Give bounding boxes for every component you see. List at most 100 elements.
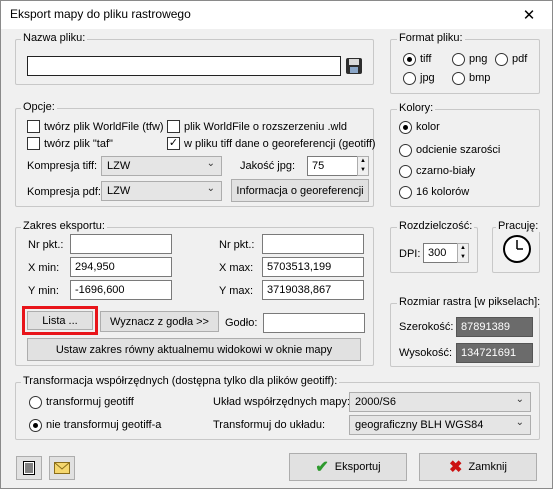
dpi-spinner[interactable]: ▲ ▼ — [457, 243, 469, 263]
target-cs-select[interactable]: geograficzny BLH WGS84 ⌄ — [349, 415, 531, 435]
transform-geotiff-radio[interactable] — [29, 396, 42, 409]
worldfile-checkbox-label: twórz plik WorldFile (tfw) — [44, 121, 164, 133]
map-cs-select[interactable]: 2000/S6 ⌄ — [349, 392, 531, 412]
spin-up-icon: ▲ — [360, 158, 366, 164]
format-label-tiff: tiff — [420, 53, 432, 65]
options-legend: Opcje: — [21, 101, 57, 113]
worldfile-checkbox[interactable] — [27, 120, 40, 133]
jpg-quality-label: Jakość jpg: — [240, 160, 296, 172]
xmin-input[interactable]: 294,950 — [70, 257, 172, 277]
file-format-legend: Format pliku: — [397, 32, 465, 44]
chevron-down-icon: ⌄ — [515, 394, 524, 405]
nr-label-right: Nr pkt.: — [219, 239, 255, 251]
color-label-kolor: kolor — [416, 121, 440, 133]
color-radio-bw[interactable] — [399, 165, 412, 178]
dpi-label: DPI: — [399, 248, 421, 260]
ymin-label: Y min: — [28, 285, 59, 297]
title-bar: Eksport mapy do pliku rastrowego ✕ — [1, 1, 552, 29]
spin-down-icon: ▼ — [460, 254, 466, 260]
current-view-button[interactable]: Ustaw zakres równy aktualnemu widokowi w… — [27, 338, 361, 361]
wld-checkbox[interactable] — [167, 120, 180, 133]
taf-checkbox[interactable] — [27, 137, 40, 150]
color-radio-gray[interactable] — [399, 144, 412, 157]
color-radio-16[interactable] — [399, 186, 412, 199]
chevron-down-icon: ⌄ — [515, 417, 524, 428]
raster-size-legend: Rozmiar rastra [w pikselach]: — [397, 296, 543, 308]
envelope-icon — [54, 462, 70, 474]
nr-input-left[interactable] — [70, 234, 172, 254]
jpg-quality-input[interactable]: 75 — [307, 156, 358, 176]
raster-height-value: 134721691 — [456, 343, 533, 363]
tiff-compression-select[interactable]: LZW ⌄ — [101, 156, 222, 176]
georef-info-button[interactable]: Informacja o georeferencji — [231, 179, 369, 202]
chevron-down-icon: ⌄ — [206, 158, 215, 169]
format-label-pdf: pdf — [512, 53, 528, 65]
map-cs-value: 2000/S6 — [355, 396, 396, 408]
close-button-label: Zamknij — [468, 461, 507, 473]
spin-down-icon: ▼ — [360, 167, 366, 173]
raster-width-value: 87891389 — [456, 317, 533, 337]
clock-icon — [503, 235, 531, 263]
taf-checkbox-label: twórz plik "taf" — [44, 138, 113, 150]
pdf-compression-label: Kompresja pdf: — [27, 186, 101, 198]
close-button[interactable]: ✖ Zamknij — [419, 453, 537, 481]
document-lines-icon — [23, 461, 35, 475]
xmin-label: X min: — [28, 262, 60, 274]
no-transform-label: nie transformuj geotiff-a — [46, 419, 162, 431]
envelope-button[interactable] — [49, 456, 75, 480]
format-label-bmp: bmp — [469, 72, 491, 84]
pdf-compression-value: LZW — [107, 185, 131, 197]
close-icon: ✕ — [522, 7, 536, 24]
color-label-16: 16 kolorów — [416, 186, 470, 198]
tiff-compression-label: Kompresja tiff: — [27, 160, 98, 172]
format-radio-bmp[interactable] — [452, 72, 465, 85]
nr-label-left: Nr pkt.: — [28, 239, 64, 251]
export-button[interactable]: ✔ Eksportuj — [289, 453, 407, 481]
godlo-input[interactable] — [263, 313, 365, 333]
extent-legend: Zakres eksportu: — [21, 220, 107, 232]
wld-checkbox-label: plik WorldFile o rozszerzeniu .wld — [184, 121, 348, 133]
format-radio-png[interactable] — [452, 53, 465, 66]
ymin-input[interactable]: -1696,600 — [70, 280, 172, 300]
color-radio-kolor[interactable] — [399, 121, 412, 134]
tiff-compression-value: LZW — [107, 160, 131, 172]
ymax-label: Y max: — [219, 285, 254, 297]
format-label-jpg: jpg — [420, 72, 435, 84]
nr-input-right[interactable] — [262, 234, 364, 254]
geotiff-checkbox[interactable]: ✓ — [167, 137, 180, 150]
raster-width-label: Szerokość: — [399, 321, 454, 333]
document-list-button[interactable] — [16, 456, 42, 480]
export-button-label: Eksportuj — [334, 461, 381, 473]
format-radio-jpg[interactable] — [403, 72, 416, 85]
ymax-input[interactable]: 3719038,867 — [262, 280, 364, 300]
spin-up-icon: ▲ — [460, 245, 466, 251]
window-close-button[interactable]: ✕ — [506, 1, 552, 29]
godlo-label: Godło: — [225, 317, 258, 329]
godlo-button[interactable]: Wyznacz z godła >> — [100, 311, 219, 332]
colors-legend: Kolory: — [397, 102, 436, 114]
transform-legend: Transformacja współrzędnych (dostępna ty… — [21, 375, 340, 387]
dpi-input[interactable]: 300 — [423, 243, 458, 263]
no-transform-radio[interactable] — [29, 419, 42, 432]
x-icon: ✖ — [449, 459, 463, 476]
format-radio-pdf[interactable] — [495, 53, 508, 66]
resolution-legend: Rozdzielczość: — [397, 220, 475, 232]
color-label-bw: czarno-biały — [416, 165, 476, 177]
xmax-input[interactable]: 5703513,199 — [262, 257, 364, 277]
file-name-legend: Nazwa pliku: — [21, 32, 88, 44]
target-cs-label: Transformuj do układu: — [213, 419, 326, 431]
target-cs-value: geograficzny BLH WGS84 — [355, 419, 484, 431]
map-cs-label: Układ współrzędnych mapy: — [213, 396, 350, 408]
jpg-quality-spinner[interactable]: ▲ ▼ — [357, 156, 369, 176]
working-legend: Pracuję: — [496, 220, 541, 232]
transform-geotiff-label: transformuj geotiff — [46, 396, 134, 408]
format-label-png: png — [469, 53, 488, 65]
save-floppy-icon[interactable] — [346, 58, 362, 74]
list-button[interactable]: Lista ... — [27, 311, 93, 330]
chevron-down-icon: ⌄ — [206, 183, 215, 194]
file-name-input[interactable] — [27, 56, 341, 76]
raster-height-label: Wysokość: — [399, 347, 453, 359]
pdf-compression-select[interactable]: LZW ⌄ — [101, 181, 222, 201]
format-radio-tiff[interactable] — [403, 53, 416, 66]
checkmark-icon: ✓ — [168, 137, 179, 149]
